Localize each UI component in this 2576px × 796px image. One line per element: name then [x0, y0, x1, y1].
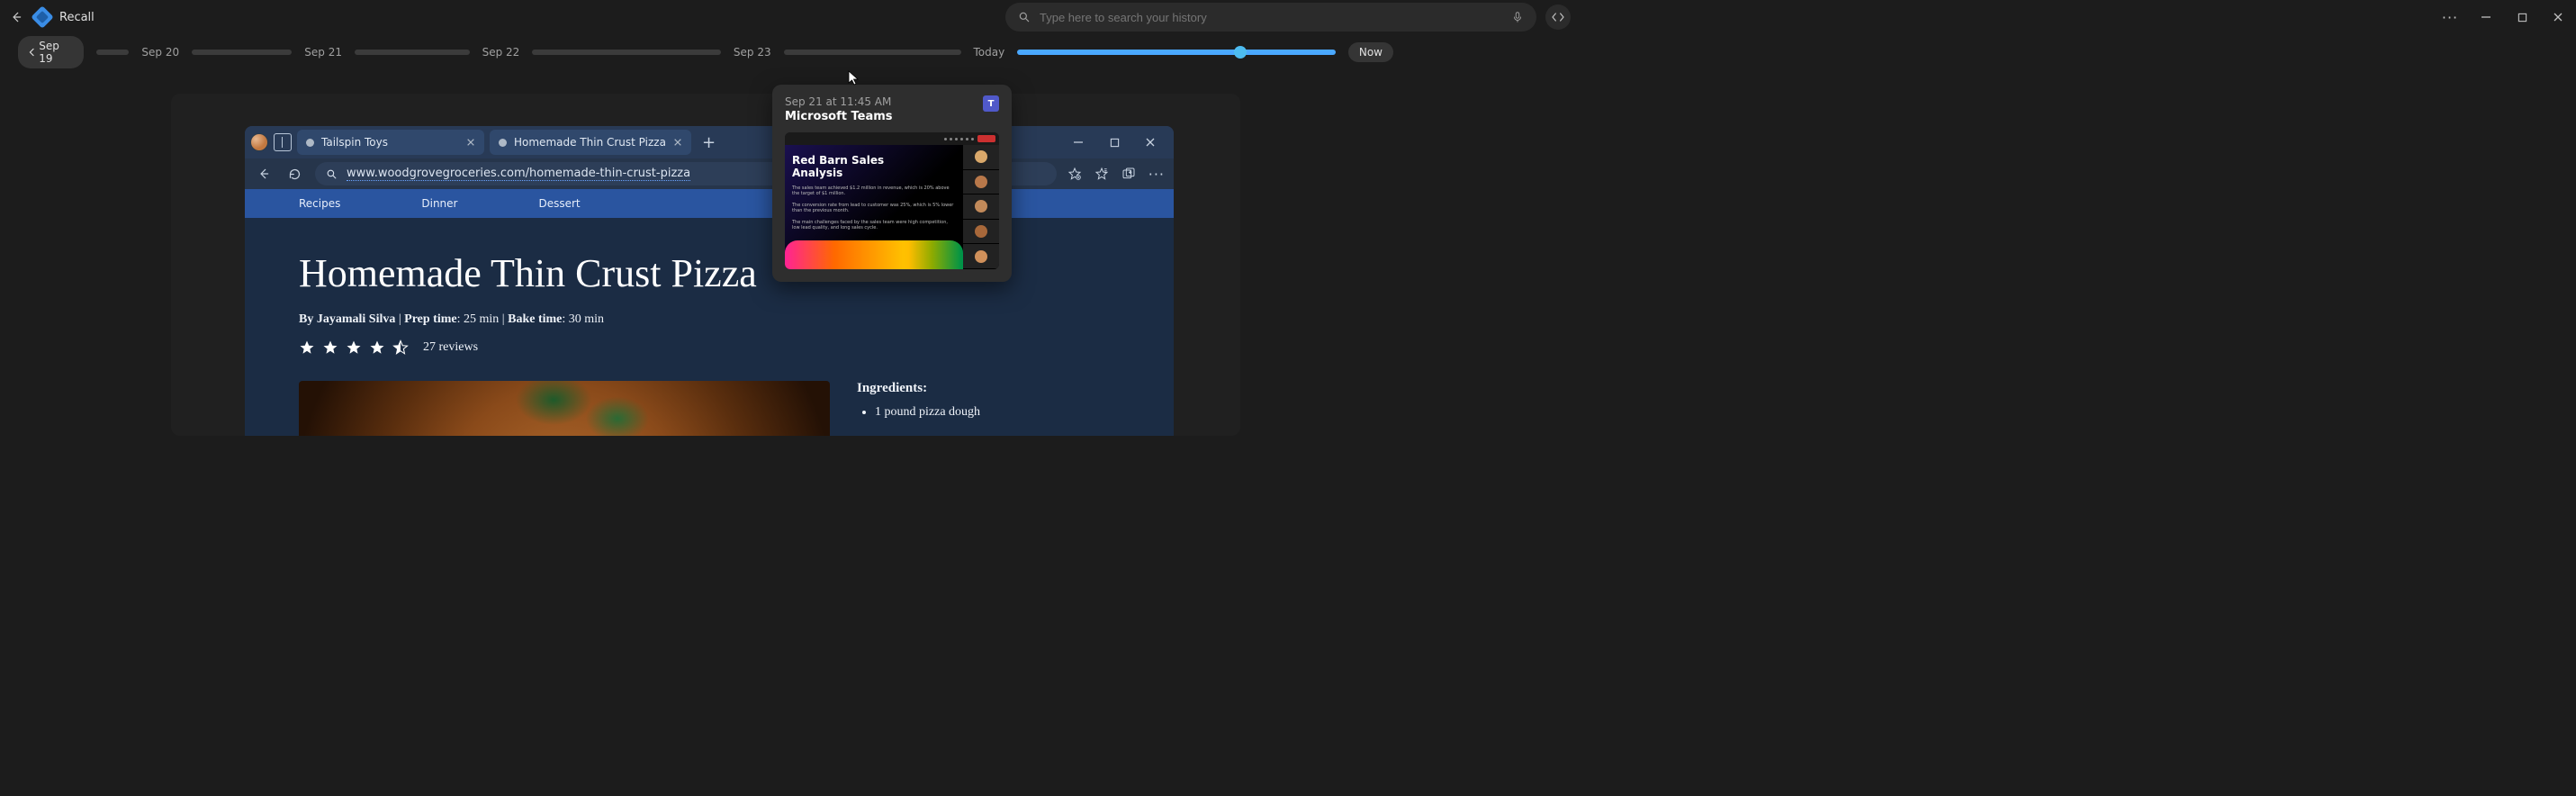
minimize-icon	[2481, 12, 2491, 23]
nav-link[interactable]: Dinner	[421, 197, 457, 210]
teams-app-icon: T	[983, 95, 999, 112]
browser-tab-strip: Tailspin Toys Homemade Thin Crust Pizza …	[245, 126, 1174, 158]
timeline-segment[interactable]	[96, 50, 129, 55]
star-icon	[299, 339, 315, 356]
leave-call-icon	[977, 135, 995, 142]
back-button[interactable]	[7, 8, 25, 26]
tab-close-button[interactable]	[466, 138, 475, 147]
code-brackets-icon	[1551, 12, 1565, 23]
timeline-date-label: Sep 21	[304, 46, 342, 59]
maximize-button[interactable]	[2504, 0, 2540, 34]
search-icon	[326, 168, 338, 180]
rating-row: 27 reviews	[299, 339, 1120, 356]
page-content: Homemade Thin Crust Pizza By Jayamali Si…	[245, 218, 1174, 436]
recall-app-icon	[31, 5, 53, 28]
browser-tab[interactable]: Tailspin Toys	[297, 130, 484, 155]
timeline-start-label: Sep 19	[39, 40, 73, 65]
favicon	[499, 139, 507, 147]
nav-link[interactable]: Dessert	[538, 197, 580, 210]
title-bar: Recall ···	[0, 0, 1411, 34]
timeline-date-label: Today	[974, 46, 1005, 59]
byline: By Jayamali Silva | Prep time: 25 min | …	[299, 312, 1120, 327]
browser-window: Tailspin Toys Homemade Thin Crust Pizza …	[245, 126, 1174, 436]
search-input[interactable]	[1040, 11, 1502, 24]
browser-close-button[interactable]	[1132, 126, 1168, 158]
favorites-list-button[interactable]	[1094, 167, 1109, 181]
preview-thumbnail: Red Barn SalesAnalysis The sales team ac…	[785, 132, 999, 269]
close-icon	[2553, 12, 2563, 23]
tab-close-button[interactable]	[673, 138, 682, 147]
timeline-knob[interactable]	[1234, 46, 1247, 59]
timeline-segment[interactable]	[355, 50, 470, 55]
timeline-preview-card[interactable]: Sep 21 at 11:45 AM Microsoft Teams T Red…	[772, 85, 1012, 282]
new-tab-button[interactable]: +	[697, 133, 721, 152]
slide-graphic	[785, 240, 963, 269]
timeline-date-label: Sep 23	[734, 46, 771, 59]
url-text: www.woodgrovegroceries.com/homemade-thin…	[347, 167, 690, 181]
app-name: Recall	[59, 11, 95, 24]
preview-timestamp: Sep 21 at 11:45 AM	[785, 95, 893, 108]
timeline-bar[interactable]: Sep 19 Sep 20 Sep 21 Sep 22 Sep 23 Today…	[0, 34, 1411, 70]
ingredients-panel: Ingredients: 1 pound pizza dough	[857, 381, 980, 436]
slide-paragraph: The main challenges faced by the sales t…	[792, 220, 956, 231]
slide-paragraph: The sales team achieved $1.2 million in …	[792, 185, 956, 197]
timeline-segment-active[interactable]	[1017, 50, 1336, 55]
timeline-date-label: Sep 20	[141, 46, 179, 59]
timeline-segment[interactable]	[784, 50, 961, 55]
search-box[interactable]	[1005, 3, 1536, 32]
tab-label: Tailspin Toys	[321, 136, 388, 149]
ingredient-item: 1 pound pizza dough	[875, 405, 980, 420]
browser-tab[interactable]: Homemade Thin Crust Pizza	[490, 130, 691, 155]
timeline-now-pill[interactable]: Now	[1348, 42, 1393, 62]
slide-paragraph: The conversion rate from lead to custome…	[792, 203, 956, 214]
more-options-button[interactable]: ···	[2432, 0, 2468, 34]
recipe-hero-image	[299, 381, 830, 436]
nav-link[interactable]: Recipes	[299, 197, 340, 210]
microphone-icon[interactable]	[1511, 10, 1524, 24]
timeline-segment[interactable]	[192, 50, 292, 55]
star-icon	[369, 339, 385, 356]
profile-avatar[interactable]	[250, 133, 268, 151]
search-icon	[1018, 11, 1031, 23]
teams-participants	[963, 145, 999, 269]
browser-back-button[interactable]	[254, 164, 274, 184]
favorite-star-button[interactable]	[1067, 167, 1082, 181]
browser-maximize-button[interactable]	[1096, 126, 1132, 158]
site-nav: Recipes Dinner Dessert	[245, 189, 1174, 218]
close-button[interactable]	[2540, 0, 2576, 34]
code-toggle-button[interactable]	[1545, 5, 1571, 30]
timeline-date-label: Sep 22	[482, 46, 520, 59]
browser-toolbar: www.woodgrovegroceries.com/homemade-thin…	[245, 158, 1174, 189]
snapshot-stage: Tailspin Toys Homemade Thin Crust Pizza …	[171, 94, 1240, 436]
collections-button[interactable]	[1121, 167, 1136, 181]
timeline-segment[interactable]	[532, 50, 721, 55]
browser-refresh-button[interactable]	[284, 164, 304, 184]
timeline-now-label: Now	[1359, 46, 1383, 59]
chevron-left-icon	[29, 48, 35, 57]
star-icon	[346, 339, 362, 356]
maximize-icon	[2517, 13, 2527, 23]
reviews-count: 27 reviews	[423, 340, 478, 355]
minimize-button[interactable]	[2468, 0, 2504, 34]
star-half-icon	[392, 339, 409, 356]
star-icon	[322, 339, 338, 356]
slide-title: Red Barn SalesAnalysis	[792, 154, 956, 180]
browser-menu-button[interactable]: ···	[1148, 166, 1165, 183]
browser-minimize-button[interactable]	[1060, 126, 1096, 158]
preview-app-name: Microsoft Teams	[785, 110, 893, 123]
arrow-left-icon	[10, 11, 23, 23]
tab-label: Homemade Thin Crust Pizza	[514, 136, 666, 149]
favicon	[306, 139, 314, 147]
ingredients-heading: Ingredients:	[857, 381, 980, 396]
timeline-start-pill[interactable]: Sep 19	[18, 36, 84, 68]
tab-actions-icon[interactable]	[274, 133, 292, 151]
